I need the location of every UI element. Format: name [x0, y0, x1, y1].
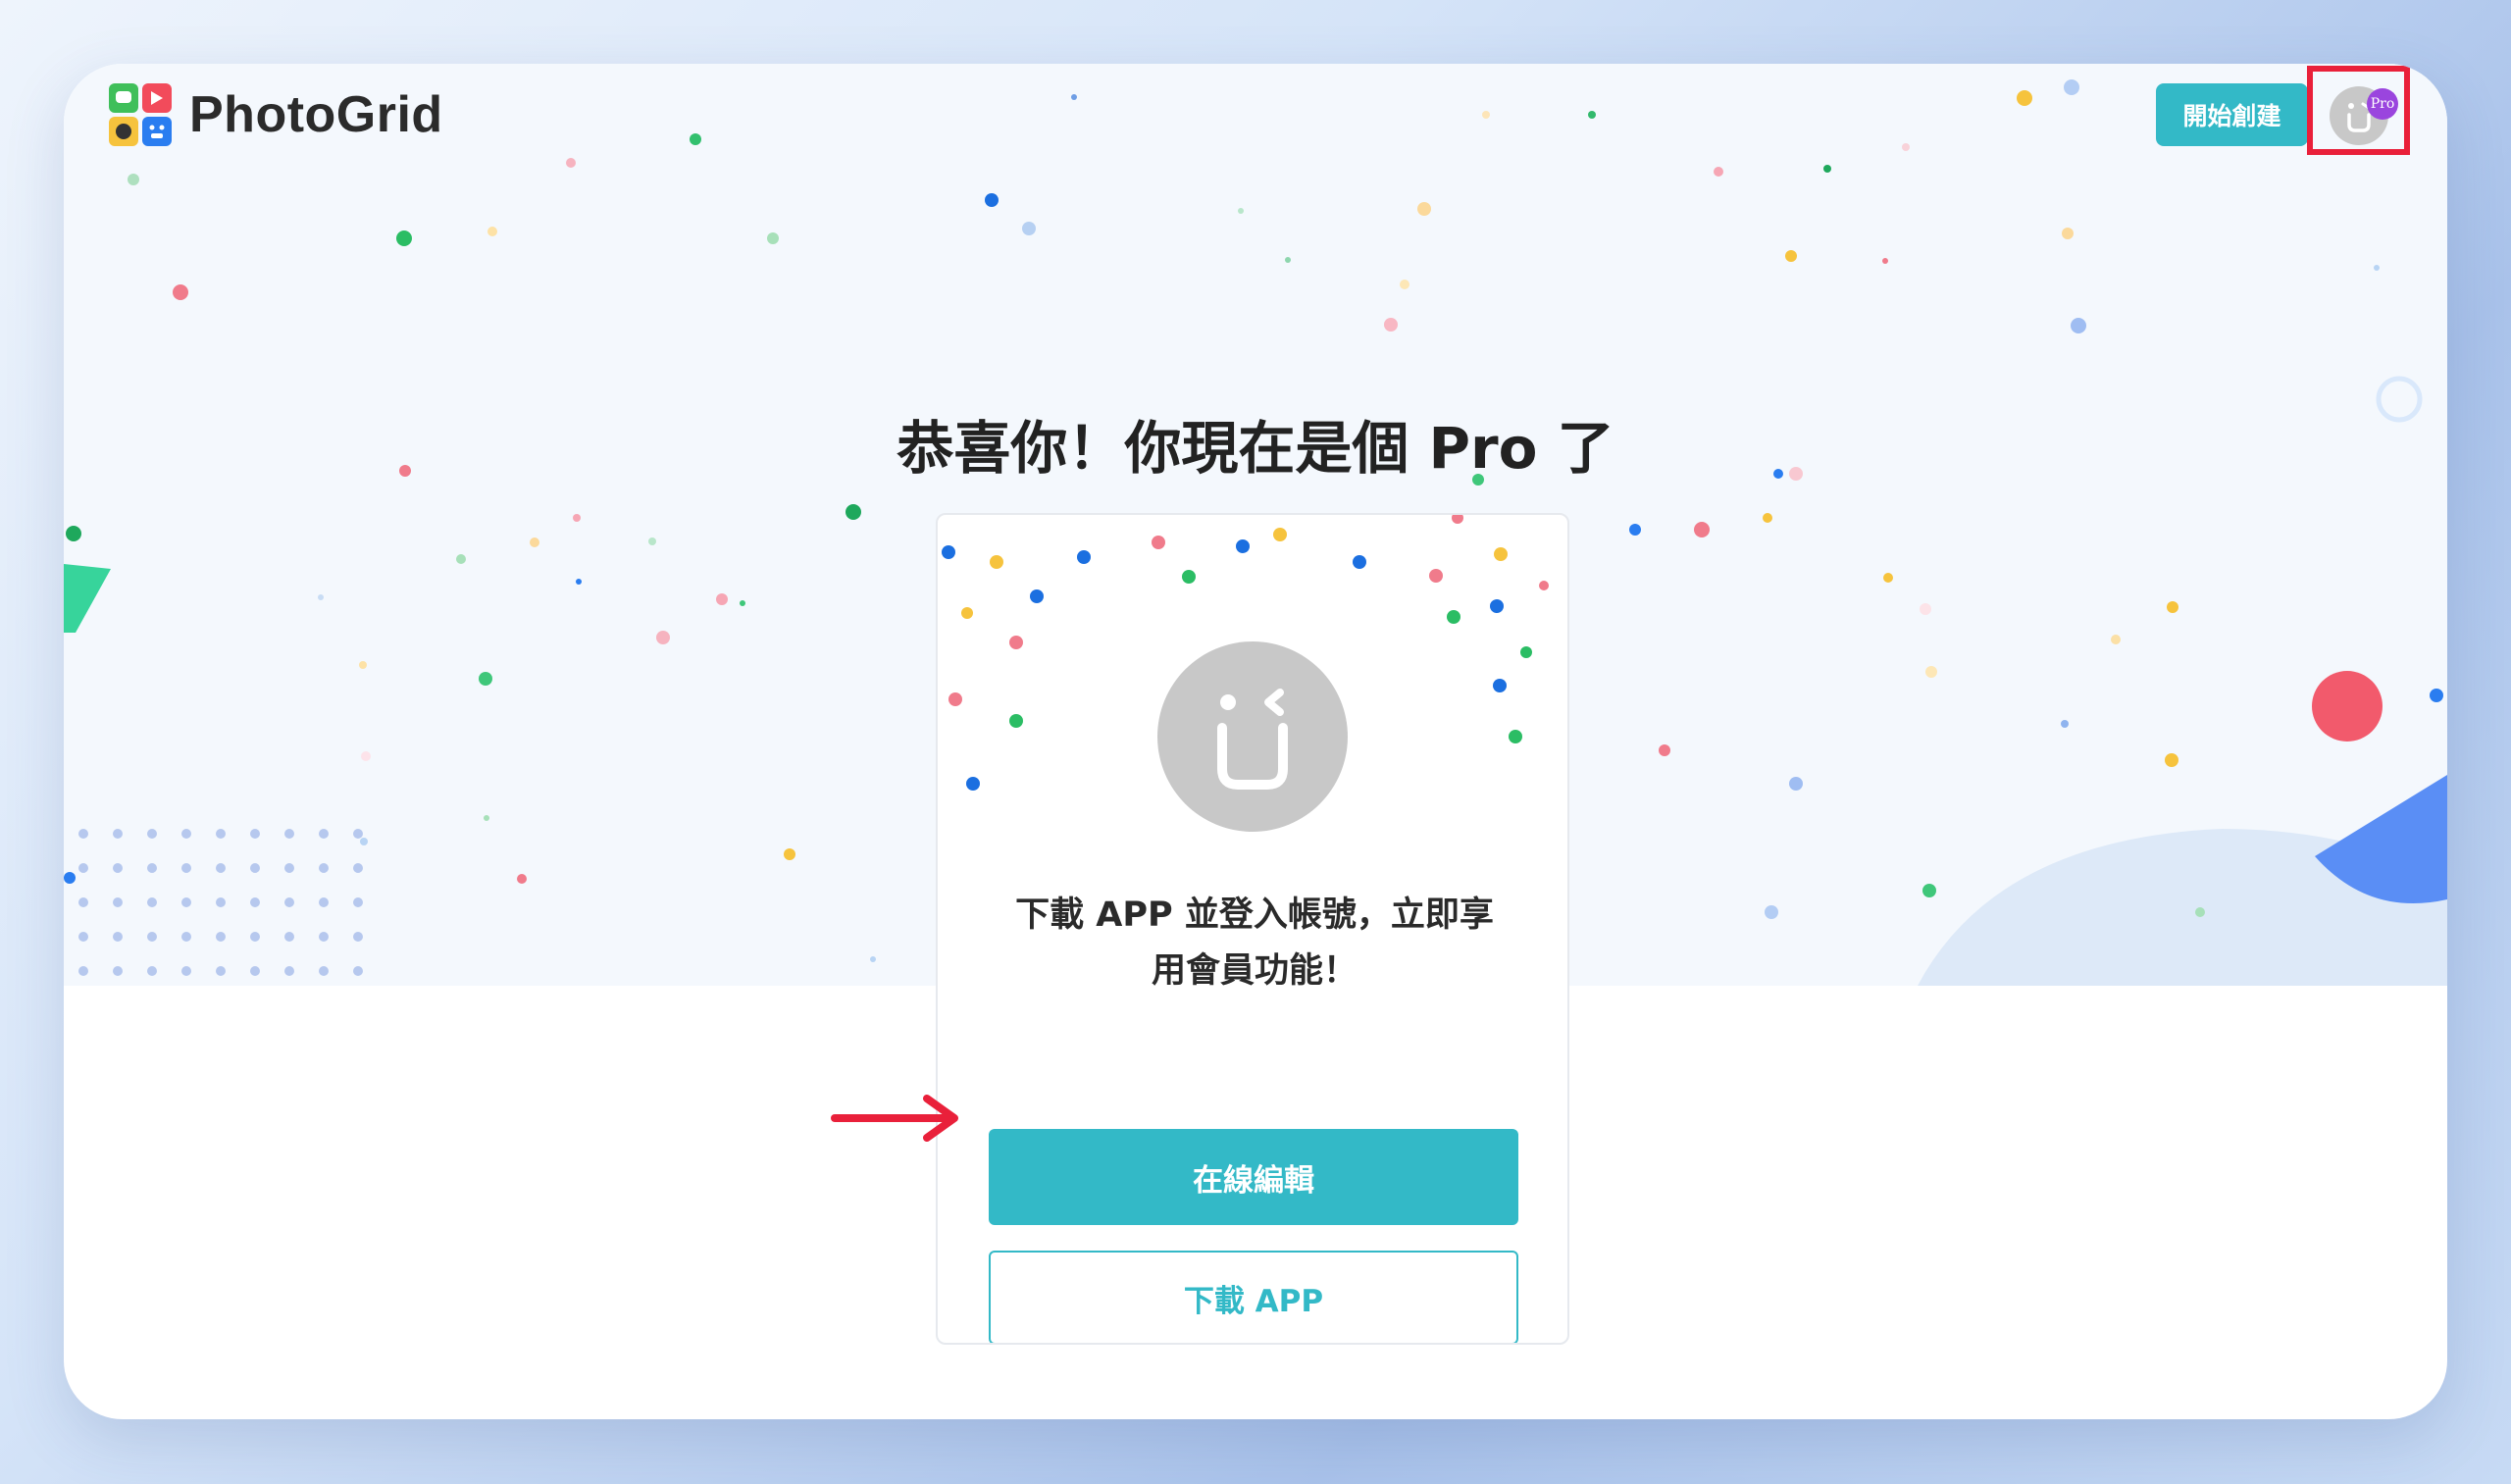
- red-circle-shape: [2312, 671, 2383, 742]
- start-creating-button[interactable]: 開始創建: [2156, 83, 2308, 146]
- pro-badge: Pro: [2367, 88, 2398, 120]
- download-app-button[interactable]: 下載 APP: [989, 1251, 1518, 1343]
- green-triangle-shape: [64, 564, 111, 633]
- photogrid-logo-icon: [109, 83, 172, 146]
- card-message-line1: 下載 APP 並登入帳號，立即享: [1015, 896, 1494, 935]
- card-message: 下載 APP 並登入帳號，立即享 用會員功能！: [977, 888, 1532, 999]
- card-message-line2: 用會員功能！: [1151, 951, 1358, 991]
- page-title: 恭喜你！你現在是個 Pro 了: [897, 415, 1614, 482]
- dot-grid: [78, 829, 363, 976]
- brand-name: PhotoGrid: [189, 86, 443, 143]
- pro-card: 下載 APP 並登入帳號，立即享 用會員功能！ 在線編輯 下載 APP: [936, 513, 1569, 1345]
- brand-logo[interactable]: PhotoGrid: [109, 83, 443, 146]
- edit-online-button[interactable]: 在線編輯: [989, 1129, 1518, 1225]
- annotation-arrow-icon: [831, 1095, 958, 1142]
- app-window: PhotoGrid 開始創建 Pro 恭喜你！你現在是個 Pro 了 下載 AP…: [64, 64, 2447, 1419]
- winking-face-icon: [1157, 641, 1348, 832]
